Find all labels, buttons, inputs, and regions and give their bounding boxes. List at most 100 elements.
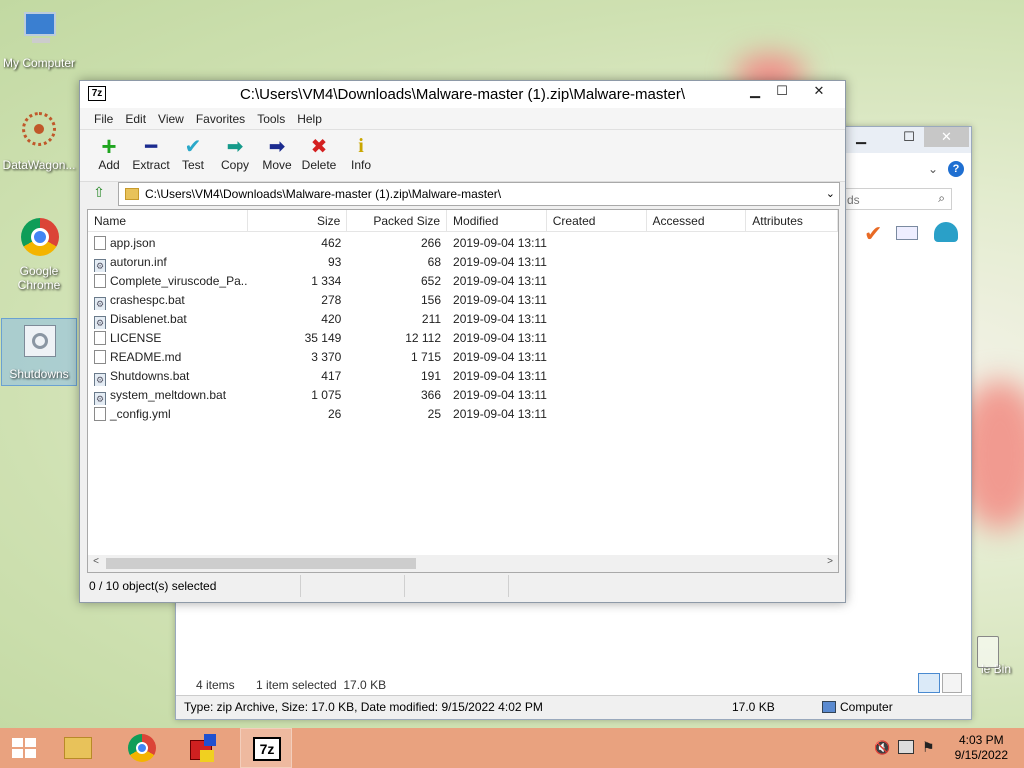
file-icon <box>94 350 106 364</box>
add-button[interactable]: + Add <box>88 130 130 181</box>
scrollbar-thumb[interactable] <box>106 558 416 569</box>
7zip-minimize-button[interactable]: ▁ <box>740 81 770 101</box>
menu-help[interactable]: Help <box>291 108 328 129</box>
file-packed-cell: 68 <box>427 255 442 269</box>
7zip-window[interactable]: 7z C:\Users\VM4\Downloads\Malware-master… <box>79 80 846 603</box>
desktop-icon-label: Shutdowns <box>9 367 69 381</box>
extract-button[interactable]: ━ Extract <box>130 130 172 181</box>
file-name-cell: _config.yml <box>88 405 248 424</box>
chrome-icon <box>16 216 62 262</box>
taskbar-7zip[interactable]: 7z <box>240 728 292 768</box>
taskbar-shapes-app[interactable] <box>178 728 230 768</box>
copy-button[interactable]: ➡ Copy <box>214 130 256 181</box>
7zip-close-button[interactable]: ✕ <box>802 81 836 101</box>
menu-view[interactable]: View <box>152 108 190 129</box>
chevron-down-icon[interactable]: ⌄ <box>826 187 835 200</box>
address-path: C:\Users\VM4\Downloads\Malware-master (1… <box>145 187 502 201</box>
column-header-created[interactable]: Created <box>547 210 647 232</box>
column-header-accessed[interactable]: Accessed <box>647 210 747 232</box>
table-row[interactable]: _config.yml 26 25 2019-09-04 13:11 <box>88 405 838 424</box>
folder-up-icon[interactable]: ⇧ <box>88 184 110 204</box>
large-icons-view-icon[interactable] <box>942 673 962 693</box>
table-row[interactable]: ⚙ system_meltdown.bat 1 075 366 2019-09-04 1… <box>88 386 838 405</box>
settings-file-icon: ⚙ <box>94 297 106 310</box>
column-header-modified[interactable]: Modified <box>447 210 547 232</box>
file-accessed-cell <box>647 310 747 329</box>
explorer-minimize-button[interactable]: ▁ <box>846 127 876 147</box>
column-header-size[interactable]: Size <box>248 210 348 232</box>
delete-button[interactable]: ✖ Delete <box>298 130 340 181</box>
address-row: ⇧ C:\Users\VM4\Downloads\Malware-master … <box>88 182 840 206</box>
table-row[interactable]: ⚙ autorun.inf 93 68 2019-09-04 13:11 <box>88 253 838 272</box>
file-packed-cell: 1 715 <box>411 350 442 364</box>
shell-icon <box>934 222 958 242</box>
start-button[interactable] <box>0 728 48 768</box>
status-panel <box>301 575 405 597</box>
menu-edit[interactable]: Edit <box>119 108 152 129</box>
test-button[interactable]: ✔ Test <box>172 130 214 181</box>
file-name-cell: README.md <box>88 348 248 367</box>
7zip-titlebar[interactable]: 7z C:\Users\VM4\Downloads\Malware-master… <box>80 81 845 108</box>
file-modified-cell: 2019-09-04 13:11 <box>453 293 547 307</box>
table-row[interactable]: README.md 3 370 1 715 2019-09-04 13:11 <box>88 348 838 367</box>
table-row[interactable]: Complete_viruscode_Pa... 1 334 652 2019-09-… <box>88 272 838 291</box>
file-created-cell <box>547 272 647 291</box>
test-label: Test <box>181 158 204 172</box>
file-modified-cell: 2019-09-04 13:11 <box>453 331 547 345</box>
menu-tools[interactable]: Tools <box>251 108 291 129</box>
help-icon[interactable]: ? <box>948 161 964 177</box>
file-attributes-cell <box>746 367 838 386</box>
explorer-close-button[interactable]: ✕ <box>924 127 969 147</box>
file-list[interactable]: Name Size Packed Size Modified Created A… <box>87 209 839 573</box>
clock[interactable]: 4:03 PM 9/15/2022 <box>955 733 1008 763</box>
menu-favorites[interactable]: Favorites <box>190 108 251 129</box>
scroll-left-icon[interactable]: < <box>88 556 104 567</box>
table-row[interactable]: ⚙ crashespc.bat 278 156 2019-09-04 13:11 <box>88 291 838 310</box>
file-accessed-cell <box>647 367 747 386</box>
move-button[interactable]: ➡ Move <box>256 130 298 181</box>
scroll-right-icon[interactable]: > <box>822 556 838 567</box>
explorer-maximize-button[interactable]: ☐ <box>894 127 924 147</box>
address-combobox[interactable]: C:\Users\VM4\Downloads\Malware-master (1… <box>118 182 840 206</box>
table-row[interactable]: app.json 462 266 2019-09-04 13:11 <box>88 234 838 253</box>
file-created-cell <box>547 234 647 253</box>
table-row[interactable]: ⚙ Disablenet.bat 420 211 2019-09-04 13:11 <box>88 310 838 329</box>
explorer-ribbon-expand-icon[interactable]: ⌄ <box>928 162 938 176</box>
file-name: app.json <box>110 236 156 250</box>
taskbar-file-explorer[interactable] <box>52 728 104 768</box>
action-center-icon[interactable]: ⚑ <box>922 739 935 756</box>
menu-file[interactable]: File <box>88 108 119 129</box>
clock-time: 4:03 PM <box>958 733 1004 747</box>
7zip-maximize-button[interactable]: ☐ <box>767 81 797 101</box>
details-view-icon[interactable] <box>918 673 940 693</box>
info-button[interactable]: i Info <box>340 130 382 181</box>
file-name: _config.yml <box>110 407 171 421</box>
explorer-search-input[interactable]: ds ⌕ <box>842 188 952 210</box>
taskbar-chrome[interactable] <box>116 728 168 768</box>
desktop-icon-google-chrome[interactable]: Google Chrome <box>1 216 77 292</box>
file-accessed-cell <box>647 348 747 367</box>
column-header-packed-size[interactable]: Packed Size <box>347 210 448 232</box>
copy-icon: ➡ <box>226 135 244 158</box>
column-header-attributes[interactable]: Attributes <box>746 210 838 232</box>
table-row[interactable]: ⚙ Shutdowns.bat 417 191 2019-09-04 13:11 <box>88 367 838 386</box>
settings-file-icon: ⚙ <box>94 392 106 405</box>
horizontal-scrollbar[interactable]: < > <box>88 555 838 572</box>
settings-file-icon: ⚙ <box>94 373 106 386</box>
desktop-icon-my-computer[interactable]: My Computer <box>1 8 77 70</box>
file-modified-cell: 2019-09-04 13:11 <box>453 369 547 383</box>
file-created-cell <box>547 405 647 424</box>
computer-icon <box>822 701 836 713</box>
windows-logo-icon <box>12 738 36 758</box>
file-name-cell: LICENSE <box>88 329 248 348</box>
desktop-icon-label: My Computer <box>2 56 76 70</box>
folder-icon <box>125 188 139 200</box>
column-header-name[interactable]: Name <box>88 210 248 232</box>
file-attributes-cell <box>746 253 838 272</box>
desktop-icon-datawagon[interactable]: DataWagon... <box>1 110 77 172</box>
table-row[interactable]: LICENSE 35 149 12 112 2019-09-04 13:11 <box>88 329 838 348</box>
file-name: Shutdowns.bat <box>110 369 190 383</box>
volume-muted-icon[interactable]: 🔇 <box>874 740 890 756</box>
network-icon[interactable] <box>898 740 914 754</box>
desktop-icon-shutdowns[interactable]: Shutdowns <box>1 318 77 386</box>
